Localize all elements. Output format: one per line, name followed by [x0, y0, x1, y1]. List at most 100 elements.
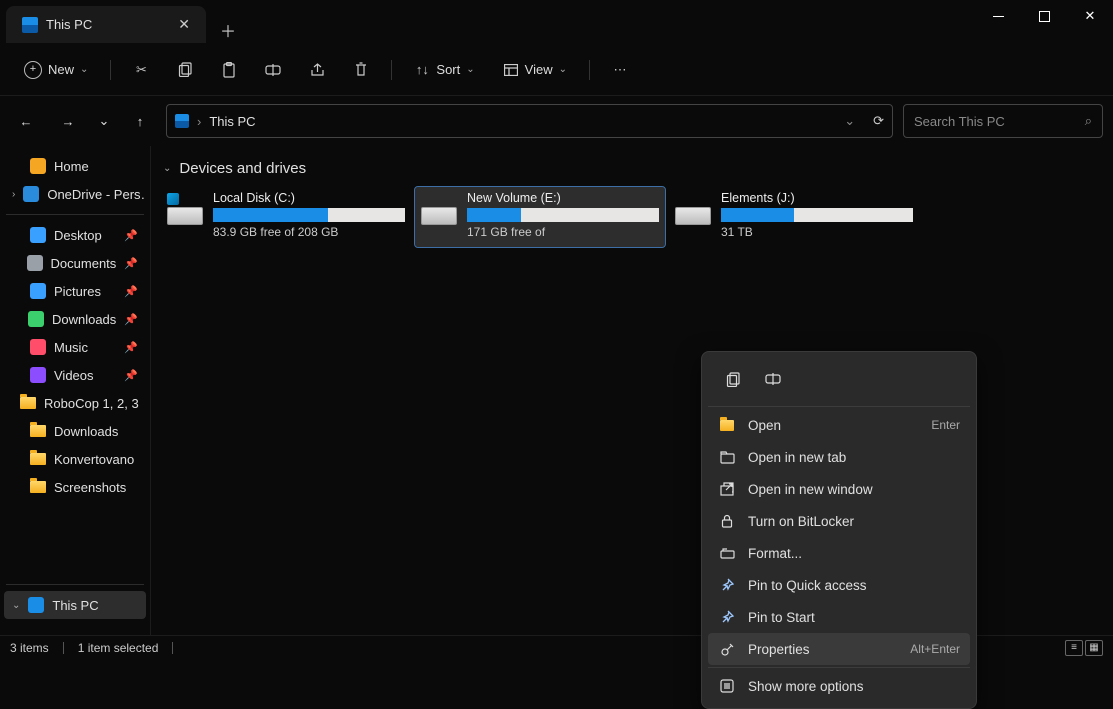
- drive-free-text: 83.9 GB free of 208 GB: [213, 225, 405, 239]
- sidebar-item-folder[interactable]: Downloads: [4, 417, 146, 445]
- sidebar-item-onedrive[interactable]: › OneDrive - Pers…: [4, 180, 146, 208]
- item-count: 3 items: [10, 641, 49, 655]
- details-view-button[interactable]: ≡: [1065, 640, 1083, 656]
- maximize-button[interactable]: [1021, 0, 1067, 32]
- sidebar-item-folder[interactable]: Konvertovano: [4, 445, 146, 473]
- drive-icon: [421, 193, 457, 225]
- ctx-label: Pin to Start: [748, 610, 815, 625]
- sidebar-item-documents[interactable]: Documents 📌: [4, 249, 146, 277]
- separator: [708, 667, 970, 668]
- ctx-rename-button[interactable]: [756, 364, 790, 394]
- search-icon: ⌕: [1085, 113, 1092, 129]
- plus-icon: +: [24, 61, 42, 79]
- drive-free-text: 31 TB: [721, 225, 913, 239]
- chevron-down-icon: ⌄: [466, 64, 474, 75]
- sidebar-item-this-pc[interactable]: ⌄ This PC: [4, 591, 146, 619]
- cut-button[interactable]: ✂: [123, 56, 159, 84]
- ctx-pin[interactable]: Pin to Start: [708, 601, 970, 633]
- drive-free-text: 171 GB free of: [467, 225, 659, 239]
- sidebar-item-home[interactable]: Home: [4, 152, 146, 180]
- chevron-down-icon: ⌄: [559, 64, 567, 75]
- search-input[interactable]: Search This PC ⌕: [903, 104, 1103, 138]
- chevron-down-icon: ⌄: [163, 163, 171, 174]
- folder-icon: [30, 423, 46, 439]
- ctx-copy-button[interactable]: [716, 364, 750, 394]
- sidebar-item-label: Screenshots: [54, 480, 126, 495]
- ctx-open[interactable]: Open Enter: [708, 409, 970, 441]
- drive-item[interactable]: Elements (J:) 31 TB: [669, 187, 919, 247]
- ctx-newtab[interactable]: Open in new tab: [708, 441, 970, 473]
- drive-usage-bar: [213, 208, 405, 222]
- sidebar-item-label: Downloads: [54, 424, 118, 439]
- sort-button[interactable]: ↑↓ Sort ⌄: [404, 56, 484, 84]
- paste-button[interactable]: [211, 56, 247, 84]
- share-button[interactable]: [299, 56, 335, 84]
- sidebar-item-folder[interactable]: RoboCop 1, 2, 3: [4, 389, 146, 417]
- rename-button[interactable]: [255, 56, 291, 84]
- pin-icon: [718, 608, 736, 626]
- chevron-right-icon: ›: [12, 189, 15, 200]
- more-button[interactable]: ⋯: [602, 56, 638, 84]
- ctx-shortcut: Enter: [931, 418, 960, 432]
- paste-icon: [221, 62, 237, 78]
- ctx-props[interactable]: Properties Alt+Enter: [708, 633, 970, 665]
- folder-icon: [20, 395, 36, 411]
- back-button[interactable]: ←: [10, 105, 42, 137]
- group-header[interactable]: ⌄ Devices and drives: [161, 154, 1103, 187]
- separator: [63, 642, 64, 654]
- address-bar-row: ← → ⌄ ↑ › This PC ⌄ ⟳ Search This PC ⌕: [0, 96, 1113, 146]
- separator: [172, 642, 173, 654]
- ctx-more[interactable]: Show more options: [708, 670, 970, 702]
- separator: [6, 214, 144, 215]
- ctx-lock[interactable]: Turn on BitLocker: [708, 505, 970, 537]
- sidebar-item-desktop[interactable]: Desktop 📌: [4, 221, 146, 249]
- chevron-down-icon[interactable]: ⌄: [844, 113, 855, 129]
- drive-usage-bar: [721, 208, 913, 222]
- recent-locations-button[interactable]: ⌄: [94, 105, 114, 137]
- drive-icon: [675, 193, 711, 225]
- music-icon: [30, 339, 46, 355]
- sidebar-item-pictures[interactable]: Pictures 📌: [4, 277, 146, 305]
- format-icon: [718, 544, 736, 562]
- new-button[interactable]: + New ⌄: [14, 55, 98, 85]
- drive-name: Local Disk (C:): [213, 191, 405, 205]
- window-controls: ✕: [975, 0, 1113, 32]
- sidebar-item-folder[interactable]: Screenshots: [4, 473, 146, 501]
- ctx-format[interactable]: Format...: [708, 537, 970, 569]
- sidebar-item-label: Documents: [51, 256, 117, 271]
- sidebar-item-videos[interactable]: Videos 📌: [4, 361, 146, 389]
- close-window-button[interactable]: ✕: [1067, 0, 1113, 32]
- copy-icon: [177, 62, 193, 78]
- copy-button[interactable]: [167, 56, 203, 84]
- selection-count: 1 item selected: [78, 641, 159, 655]
- search-placeholder: Search This PC: [914, 114, 1005, 129]
- share-icon: [309, 62, 325, 78]
- drive-icon: [167, 193, 203, 225]
- folder-icon: [30, 451, 46, 467]
- tab-this-pc[interactable]: This PC ✕: [6, 6, 206, 43]
- ctx-newwin[interactable]: Open in new window: [708, 473, 970, 505]
- up-button[interactable]: ↑: [124, 105, 156, 137]
- sidebar-item-label: RoboCop 1, 2, 3: [44, 396, 139, 411]
- drive-item[interactable]: Local Disk (C:) 83.9 GB free of 208 GB: [161, 187, 411, 247]
- sidebar-item-label: Music: [54, 340, 88, 355]
- sidebar-item-downloads[interactable]: Downloads 📌: [4, 305, 146, 333]
- new-tab-button[interactable]: ＋: [206, 6, 250, 54]
- minimize-button[interactable]: [975, 0, 1021, 32]
- delete-button[interactable]: [343, 56, 379, 84]
- view-button[interactable]: View ⌄: [493, 56, 577, 84]
- chevron-right-icon: ›: [197, 114, 201, 129]
- ctx-pin[interactable]: Pin to Quick access: [708, 569, 970, 601]
- props-icon: [718, 640, 736, 658]
- tiles-view-button[interactable]: ▦: [1085, 640, 1103, 656]
- close-tab-icon[interactable]: ✕: [178, 16, 190, 33]
- forward-button[interactable]: →: [52, 105, 84, 137]
- separator: [110, 60, 111, 80]
- sidebar-item-label: Videos: [54, 368, 94, 383]
- lock-icon: [718, 512, 736, 530]
- refresh-button[interactable]: ⟳: [873, 113, 884, 129]
- address-bar[interactable]: › This PC ⌄ ⟳: [166, 104, 893, 138]
- sidebar-item-music[interactable]: Music 📌: [4, 333, 146, 361]
- context-menu: Open Enter Open in new tab Open in new w…: [701, 351, 977, 709]
- drive-item[interactable]: New Volume (E:) 171 GB free of: [415, 187, 665, 247]
